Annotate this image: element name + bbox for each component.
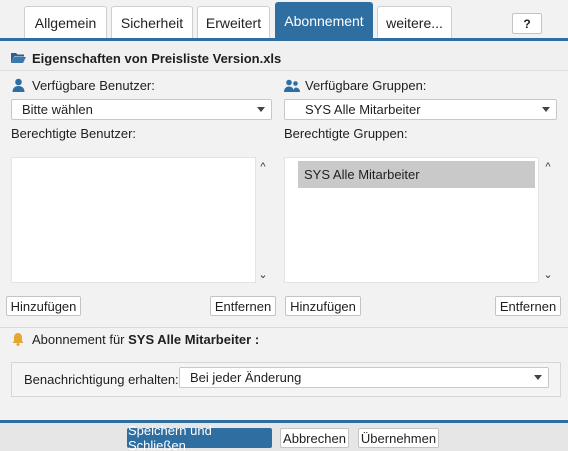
list-item[interactable]: SYS Alle Mitarbeiter — [298, 161, 535, 188]
help-button[interactable]: ? — [512, 13, 542, 34]
users-group-icon — [284, 79, 300, 92]
available-groups-select[interactable]: SYS Alle Mitarbeiter — [284, 99, 557, 120]
tab-weitere[interactable]: weitere... — [377, 6, 452, 39]
subscription-title-group: SYS Alle Mitarbeiter — [128, 332, 252, 347]
cancel-button[interactable]: Abbrechen — [280, 428, 349, 448]
scroll-down-icon[interactable]: ⌄ — [257, 269, 269, 280]
tab-erweitert[interactable]: Erweitert — [197, 6, 270, 39]
bell-icon — [12, 332, 24, 346]
authorized-groups-list[interactable]: SYS Alle Mitarbeiter — [284, 157, 539, 283]
apply-button[interactable]: Übernehmen — [358, 428, 439, 448]
tab-allgemein[interactable]: Allgemein — [24, 6, 107, 39]
notify-select-value: Bei jeder Änderung — [190, 370, 302, 385]
scroll-up-icon[interactable]: ^ — [542, 161, 554, 172]
save-close-button[interactable]: Speichern und Schließen — [127, 423, 272, 451]
user-icon — [12, 78, 25, 92]
scroll-up-icon[interactable]: ^ — [257, 161, 269, 172]
authorized-users-label: Berechtigte Benutzer: — [11, 126, 137, 141]
available-users-select-value: Bitte wählen — [22, 102, 93, 117]
notify-select[interactable]: Bei jeder Änderung — [179, 367, 549, 388]
chevron-down-icon — [542, 107, 550, 112]
remove-user-button[interactable]: Entfernen — [210, 296, 276, 316]
chevron-down-icon — [257, 107, 265, 112]
notify-label: Benachrichtigung erhalten: — [24, 372, 179, 387]
remove-group-button[interactable]: Entfernen — [495, 296, 561, 316]
add-group-button[interactable]: Hinzufügen — [285, 296, 361, 316]
section-divider — [0, 327, 568, 328]
subscription-title-prefix: Abonnement für — [32, 332, 125, 347]
available-groups-label: Verfügbare Gruppen: — [305, 78, 427, 93]
scroll-down-icon[interactable]: ⌄ — [542, 269, 554, 280]
available-users-label: Verfügbare Benutzer: — [32, 78, 155, 93]
available-users-select[interactable]: Bitte wählen — [11, 99, 272, 120]
subscription-title: Abonnement für SYS Alle Mitarbeiter : — [32, 332, 259, 347]
page-title: Eigenschaften von Preisliste Version.xls — [32, 51, 282, 66]
authorized-users-list[interactable] — [11, 157, 256, 283]
subscription-title-suffix: : — [254, 332, 260, 347]
tab-abonnement[interactable]: Abonnement — [275, 2, 373, 39]
authorized-groups-label: Berechtigte Gruppen: — [284, 126, 408, 141]
available-groups-select-value: SYS Alle Mitarbeiter — [305, 102, 421, 117]
chevron-down-icon — [534, 375, 542, 380]
tab-sicherheit[interactable]: Sicherheit — [111, 6, 193, 39]
folder-open-icon — [10, 52, 26, 64]
add-user-button[interactable]: Hinzufügen — [6, 296, 81, 316]
